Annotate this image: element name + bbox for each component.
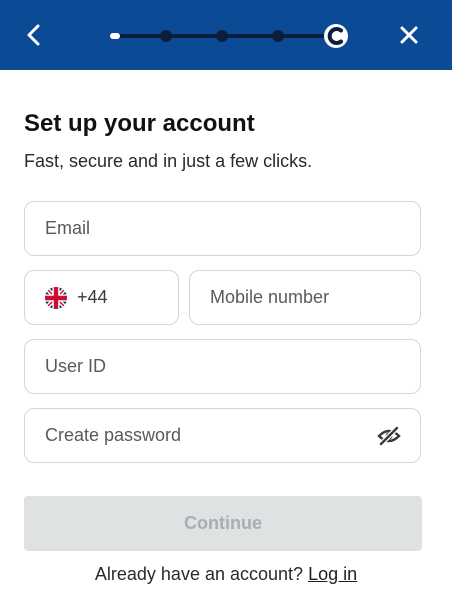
email-field[interactable] — [25, 202, 420, 255]
progress-step-3 — [216, 30, 228, 42]
eye-slash-icon — [377, 426, 401, 446]
login-link[interactable]: Log in — [308, 564, 357, 584]
mobile-field-container — [189, 270, 421, 325]
progress-step-1 — [110, 33, 120, 39]
close-button[interactable] — [398, 24, 420, 46]
user-id-field[interactable] — [25, 340, 420, 393]
mobile-number-field[interactable] — [190, 271, 420, 324]
progress-step-2 — [160, 30, 172, 42]
close-icon — [400, 26, 418, 44]
login-prompt-text: Already have an account? — [94, 564, 304, 584]
user-id-field-container — [24, 339, 421, 394]
login-prompt: Already have an account? Log in — [0, 564, 452, 585]
continue-button[interactable]: Continue — [24, 496, 422, 551]
page-subtitle: Fast, secure and in just a few clicks. — [24, 151, 313, 171]
country-code-select[interactable]: +44 — [24, 270, 179, 325]
email-field-container — [24, 201, 421, 256]
progress-step-current — [324, 24, 348, 48]
progress-step-4 — [272, 30, 284, 42]
chevron-left-icon — [27, 24, 40, 46]
back-button[interactable] — [22, 22, 48, 48]
top-bar — [0, 0, 452, 70]
uk-flag-icon — [45, 286, 67, 309]
page-title: Set up your account — [24, 110, 255, 137]
progress-stepper — [110, 24, 348, 48]
country-code-value: +44 — [77, 287, 108, 307]
toggle-password-visibility-button[interactable] — [376, 423, 402, 449]
password-field-container — [24, 408, 421, 463]
password-field[interactable] — [25, 409, 420, 462]
